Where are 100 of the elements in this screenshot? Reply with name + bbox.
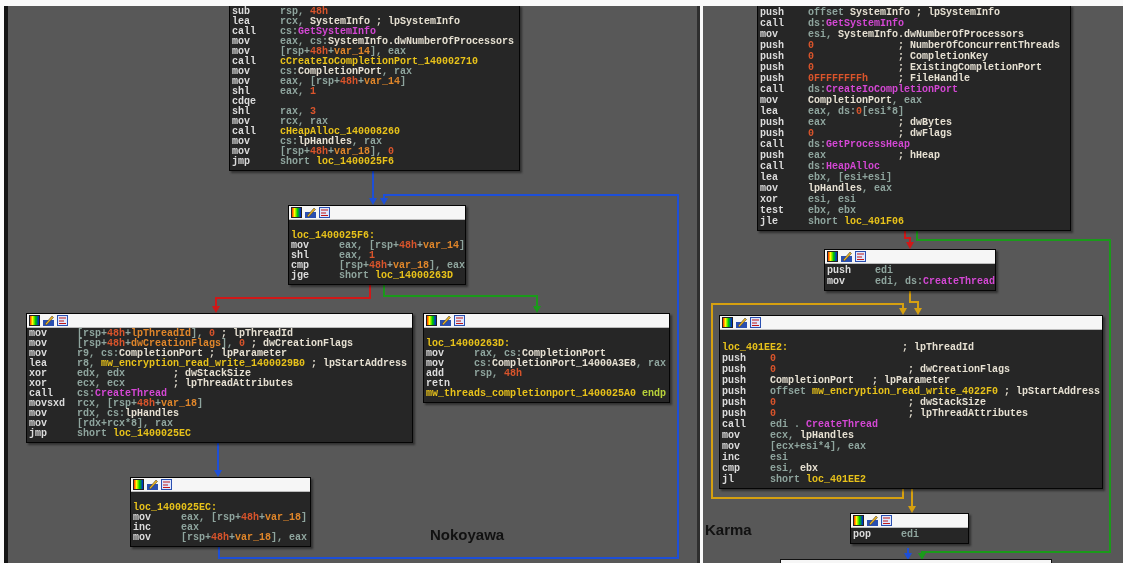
code-line: lea rcx, SystemInfo ; lpSystemInfo — [232, 17, 462, 27]
code-line: cmp esi, ebx — [722, 463, 819, 474]
code-line: push 0 ; lpThreadAttributes — [722, 408, 1030, 419]
graph-icon[interactable] — [855, 251, 866, 262]
panel-caption: Nokoyawa — [430, 526, 505, 543]
code-line: jl short loc_401EE2 — [722, 474, 868, 485]
palette-icon[interactable] — [853, 515, 864, 526]
code-line: mov [rsp+48h+var_14], eax — [232, 47, 407, 57]
graph-icon[interactable] — [750, 317, 761, 328]
code-line: push 0 ; CompletionKey — [760, 51, 989, 62]
code-line: push 0 — [722, 353, 777, 364]
code-line: jle short loc_401F06 — [760, 216, 906, 227]
code-line: loc_401EE2: ; lpThreadId — [722, 342, 976, 353]
code-line: xor ecx, ecx ; lpThreadAttributes — [29, 379, 295, 389]
code-line: loc_1400025F6: — [291, 231, 375, 241]
code-line: inc eax — [133, 523, 199, 533]
code-line: call ds:GetSystemInfo — [760, 18, 905, 29]
code-line: call cs:GetSystemInfo — [232, 27, 377, 37]
code-line: push eax ; dwBytes — [760, 117, 954, 128]
code-line: mov cs:lpHandles, rax — [232, 137, 383, 147]
code-line: mov [rsp+48h+var_18], 0 — [232, 147, 396, 157]
code-line: mov eax, [rsp+48h+var_18] — [133, 513, 308, 523]
code-line: push 0 ; ExistingCompletionPort — [760, 62, 1044, 73]
code-line: push offset SystemInfo ; lpSystemInfo — [760, 7, 1002, 18]
code-line: call ds:CreateIoCompletionPort — [760, 84, 960, 95]
code-line: shl eax, 1 — [232, 87, 317, 97]
pencil-chart-icon[interactable] — [841, 251, 852, 262]
code-line: mov lpHandles, eax — [760, 183, 894, 194]
code-line: push 0 ; dwFlags — [760, 128, 954, 139]
code-line: xor esi, esi — [760, 194, 856, 205]
code-line: movsxd rcx, [rsp+48h+var_18] — [29, 399, 205, 409]
code-line: call cCreateIoCompletionPort_140002710 — [232, 57, 480, 67]
code-line: test ebx, ebx — [760, 205, 857, 216]
code-line: sub rsp, 48h — [232, 7, 329, 17]
code-line: push CompletionPort ; lpParameter — [722, 375, 951, 386]
palette-icon[interactable] — [133, 479, 144, 490]
code-line: loc_14000263D: — [426, 339, 511, 349]
code-line: mov [rsp+48h+lpThreadId], 0 ; lpThreadId — [29, 329, 294, 339]
pencil-chart-icon[interactable] — [147, 479, 158, 490]
code-line: lea r8, mw_encryption_read_write_1400029B0 ; lpStartAddress — [29, 359, 409, 369]
code-line: mov cs:CompletionPort_14000A3E8, rax — [426, 359, 667, 369]
code-line: mov edi, ds:CreateThread — [827, 276, 993, 287]
code-line: cdqe — [232, 97, 257, 107]
code-line: inc esi — [722, 452, 788, 463]
code-line: mov esi, SystemInfo.dwNumberOfProcessors — [760, 29, 1025, 40]
code-line: call cHeapAlloc_140008260 — [232, 127, 402, 137]
pencil-chart-icon[interactable] — [440, 315, 451, 326]
code-line: mov eax, [rsp+48h+var_14] — [232, 77, 408, 87]
code-line: mov [rdx+rcx*8], rax — [29, 419, 173, 429]
code-line: mov rax, cs:CompletionPort — [426, 349, 607, 359]
code-line: pop edi — [853, 529, 920, 540]
graph-icon[interactable] — [454, 315, 465, 326]
palette-icon[interactable] — [426, 315, 437, 326]
code-line: jmp short loc_1400025EC — [29, 429, 193, 439]
pencil-chart-icon[interactable] — [736, 317, 747, 328]
code-line: push edi — [827, 265, 894, 276]
flow-arrow — [904, 230, 914, 249]
palette-icon[interactable] — [291, 207, 302, 218]
code-line: shl rax, 3 — [232, 107, 318, 117]
code-line: push 0 ; dwCreationFlags — [722, 364, 1012, 375]
code-line: xor edx, edx ; dwStackSize — [29, 369, 252, 379]
pencil-chart-icon[interactable] — [867, 515, 878, 526]
code-line: shl eax, 1 — [291, 251, 376, 261]
code-line: jge short loc_14000263D — [291, 271, 455, 281]
code-line: push eax ; hHeap — [760, 150, 942, 161]
panel-caption: Karma — [705, 521, 752, 538]
code-line: jmp short loc_1400025F6 — [232, 157, 396, 167]
code-line: push 0FFFFFFFFh ; FileHandle — [760, 73, 971, 84]
code-line: push offset mw_encryption_read_write_4022F0 ; lpStartAddress — [722, 386, 1100, 397]
code-line: call cs:CreateThread — [29, 389, 169, 399]
palette-icon[interactable] — [722, 317, 733, 328]
code-line: mov rcx, rax — [232, 117, 328, 127]
code-line: mov eax, [rsp+48h+var_14] — [291, 241, 463, 251]
flow-arrow — [904, 547, 912, 560]
code-line: call edi . CreateThread — [722, 419, 880, 430]
graph-icon[interactable] — [57, 315, 68, 326]
code-line: mov r9, cs:CompletionPort ; lpParameter — [29, 349, 288, 359]
palette-icon[interactable] — [827, 251, 838, 262]
code-line: retn — [426, 379, 450, 389]
code-line: lea ebx, [esi+esi] — [760, 172, 893, 183]
code-line: mw_threads_completionport_1400025A0 endp — [426, 389, 667, 399]
code-line: mov rdx, cs:lpHandles — [29, 409, 180, 419]
palette-icon[interactable] — [29, 315, 40, 326]
pencil-chart-icon[interactable] — [305, 207, 316, 218]
code-line: mov ecx, lpHandles — [722, 430, 856, 441]
graph-icon[interactable] — [319, 207, 330, 218]
code-line: loc_1400025EC: — [133, 503, 217, 513]
code-line: cmp [rsp+48h+var_18], eax — [291, 261, 463, 271]
code-line: lea eax, ds:0[esi*8] — [760, 106, 906, 117]
graph-icon[interactable] — [881, 515, 892, 526]
code-line: call ds:HeapAlloc — [760, 161, 881, 172]
code-line: push 0 ; dwStackSize — [722, 397, 987, 408]
code-line: mov eax, cs:SystemInfo.dwNumberOfProcessors — [232, 37, 516, 47]
code-line: push 0 ; NumberOfConcurrentThreads — [760, 40, 1062, 51]
code-line: mov [rsp+48h+dwCreationFlags], 0 ; dwCreationFlags — [29, 339, 355, 349]
pencil-chart-icon[interactable] — [43, 315, 54, 326]
graph-icon[interactable] — [161, 479, 172, 490]
code-line: mov CompletionPort, eax — [760, 95, 923, 106]
code-line: mov [ecx+esi*4], eax — [722, 441, 867, 452]
code-line: call ds:GetProcessHeap — [760, 139, 911, 150]
